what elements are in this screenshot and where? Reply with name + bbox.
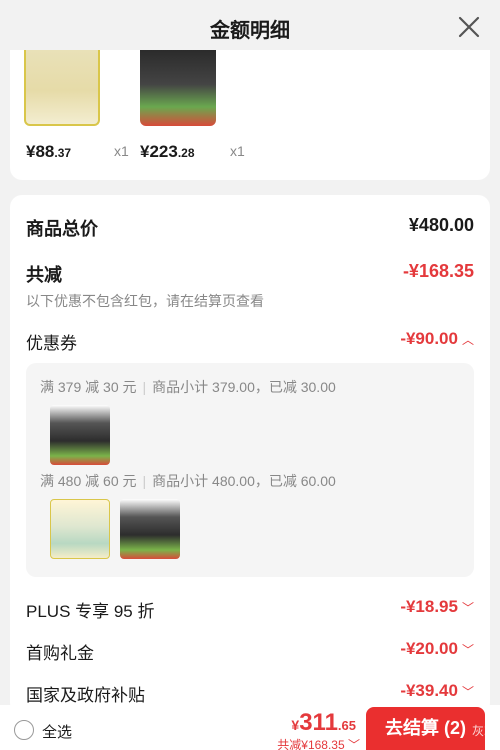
chevron-down-icon: ﹀ [461, 685, 474, 699]
total-row: 商品总价 ¥480.00 [26, 215, 474, 241]
product-image-cooker[interactable] [140, 50, 216, 126]
checkout-button[interactable]: 去结算 (2) [366, 707, 485, 750]
first-purchase-label: 首购礼金 [26, 644, 94, 663]
gov-subsidy-value: -¥39.40 ﹀ [400, 681, 474, 700]
page-title: 金额明细 [210, 20, 290, 42]
first-purchase-value: -¥20.00 ﹀ [400, 639, 474, 658]
reduce-value: -¥168.35 [402, 261, 474, 281]
reduce-row: 共减 -¥168.35 [26, 261, 474, 287]
product-image-pot[interactable] [24, 50, 100, 126]
total-label: 商品总价 [26, 219, 98, 239]
reduce-label: 共减 [26, 265, 62, 285]
bottom-bar: 全选 ¥311.65 共减¥168.35 ﹀ 去结算 (2) [0, 705, 500, 750]
plus-row[interactable]: PLUS 专享 95 折 -¥18.95 ﹀ [26, 597, 474, 623]
coupon-product-thumb[interactable] [50, 405, 110, 465]
coupon-line: 满 480 减 60 元 | 商品小计 480.00，已减 60.00 [40, 473, 336, 489]
coupon-line: 满 379 减 30 元 | 商品小计 379.00，已减 30.00 [40, 379, 336, 395]
coupon-product-thumb[interactable] [120, 499, 180, 559]
product-price: ¥223.28 [140, 142, 195, 161]
chevron-up-icon: ︿ [461, 333, 474, 347]
gov-subsidy-row[interactable]: 国家及政府补贴 -¥39.40 ﹀ [26, 681, 474, 707]
select-all-label[interactable]: 全选 [42, 721, 72, 742]
watermark: 灰灰 [471, 724, 496, 738]
plus-value: -¥18.95 ﹀ [400, 597, 474, 616]
amount-detail-card: 商品总价 ¥480.00 共减 -¥168.35 以下优惠不包含红包，请在结算页… [10, 195, 490, 715]
product-card: ¥88.37 x1 ¥223.28 x1 [10, 50, 490, 180]
product-qty: x1 [230, 143, 245, 159]
coupon-product-thumb[interactable] [50, 499, 110, 559]
product-qty: x1 [114, 143, 129, 159]
plus-label: PLUS 专享 95 折 [26, 602, 155, 621]
total-value: ¥480.00 [408, 215, 474, 235]
total-price: ¥311.65 [291, 709, 356, 736]
chevron-down-icon: ﹀ [461, 601, 474, 615]
chevron-down-icon: ﹀ [344, 738, 360, 750]
product-price: ¥88.37 [26, 142, 72, 161]
select-all-radio[interactable] [14, 720, 34, 740]
close-icon[interactable] [456, 14, 482, 40]
coupon-detail-box: 满 379 减 30 元 | 商品小计 379.00，已减 30.00 满 480 … [26, 363, 474, 577]
reduce-note: 以下优惠不包含红包，请在结算页查看 [26, 293, 264, 309]
chevron-down-icon: ﹀ [461, 643, 474, 657]
first-purchase-row[interactable]: 首购礼金 -¥20.00 ﹀ [26, 639, 474, 665]
saved-amount[interactable]: 共减¥168.35 ﹀ [277, 736, 360, 750]
coupon-label: 优惠券 [26, 334, 77, 353]
coupon-value: -¥90.00 ︿ [400, 329, 474, 348]
gov-subsidy-label: 国家及政府补贴 [26, 686, 145, 705]
coupon-row[interactable]: 优惠券 -¥90.00 ︿ [26, 329, 474, 355]
